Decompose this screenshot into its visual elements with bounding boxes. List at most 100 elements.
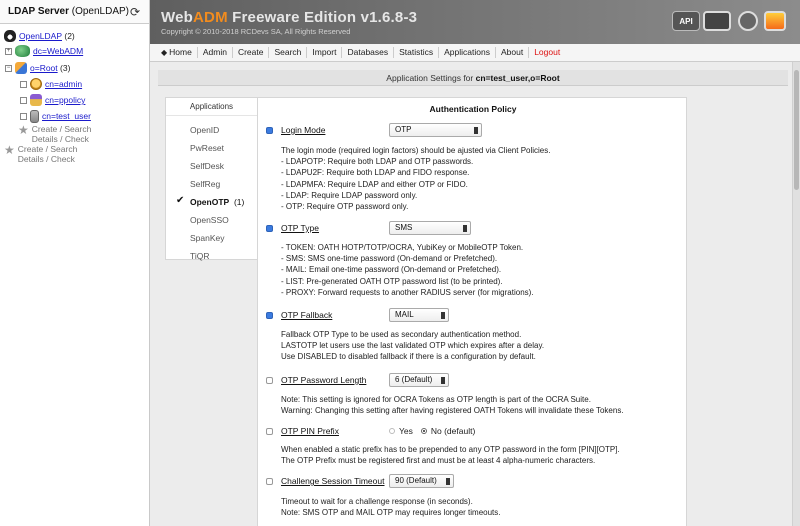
login-mode-row: Login Mode OTP xyxy=(266,123,686,137)
menu-search[interactable]: Search xyxy=(269,47,308,58)
otp-fallback-checkbox[interactable] xyxy=(266,311,273,319)
tree-node-ppolicy-label[interactable]: cn=ppolicy xyxy=(45,95,85,105)
select-arrow-icon xyxy=(441,377,445,384)
app-item-spankey[interactable]: SpanKey xyxy=(190,233,225,243)
ldap-server-header: LDAP Server (OpenLDAP) xyxy=(0,0,149,24)
applications-list: Applications OpenID PwReset SelfDesk Sel… xyxy=(165,97,258,261)
menu-databases[interactable]: Databases xyxy=(342,47,395,58)
otp-type-checkbox[interactable] xyxy=(266,224,273,232)
otp-fallback-label: OTP Fallback xyxy=(281,310,333,320)
tree-node-cn-admin[interactable]: cn=admin xyxy=(20,77,82,91)
breadcrumb: Application Settings for cn=test_user,o=… xyxy=(158,70,788,86)
otp-pin-checkbox[interactable] xyxy=(266,427,273,435)
expand-icon[interactable] xyxy=(20,112,27,120)
globe-icon[interactable] xyxy=(738,11,758,31)
home-icon: ◆ xyxy=(161,48,168,57)
app-item-opensso[interactable]: OpenSSO xyxy=(190,215,229,225)
user-icon xyxy=(30,109,39,123)
create-search-link[interactable]: Create / Search xyxy=(32,124,92,134)
otp-length-label: OTP Password Length xyxy=(281,375,367,385)
admin-user-icon xyxy=(30,78,42,90)
collapse-icon[interactable]: − xyxy=(5,64,12,72)
tree-node-test-user-label[interactable]: cn=test_user xyxy=(42,111,91,121)
tree-node-admin-label[interactable]: cn=admin xyxy=(45,79,82,89)
otp-fallback-row: OTP Fallback MAIL xyxy=(266,308,686,322)
select-arrow-icon xyxy=(474,127,478,134)
main-menu: ◆ Home Admin Create Search Import Databas… xyxy=(150,44,800,62)
challenge-timeout-select[interactable]: 90 (Default) xyxy=(389,474,454,488)
menu-create[interactable]: Create xyxy=(233,47,270,58)
content-area: Application Settings for cn=test_user,o=… xyxy=(150,62,800,526)
app-item-pwreset[interactable]: PwReset xyxy=(190,143,224,153)
expand-icon[interactable]: + xyxy=(5,47,12,55)
expand-icon[interactable] xyxy=(20,80,27,88)
otp-type-row: OTP Type SMS xyxy=(266,221,686,235)
domain-globe-icon xyxy=(15,45,30,57)
ldap-tree-panel: LDAP Server (OpenLDAP) ⟳ OpenLDAP (2) + … xyxy=(0,0,150,526)
refresh-icon[interactable]: ⟳ xyxy=(130,6,142,18)
otp-pin-radio-yes[interactable] xyxy=(389,428,395,434)
tree-actions-org: ★ Create / Search Details / Check xyxy=(18,124,91,146)
checkmark-icon: ✔ xyxy=(176,195,185,206)
app-item-tiqr[interactable]: TiQR xyxy=(190,251,210,261)
tree-node-dc-label[interactable]: dc=WebADM xyxy=(33,46,83,56)
menu-import[interactable]: Import xyxy=(307,47,343,58)
api-icon[interactable]: API xyxy=(672,11,700,31)
tree-actions-root: ★ Create / Search Details / Check xyxy=(4,144,77,166)
otp-type-select[interactable]: SMS xyxy=(389,221,471,235)
menu-about[interactable]: About xyxy=(496,47,530,58)
create-search-link[interactable]: Create / Search xyxy=(18,144,78,154)
select-arrow-icon xyxy=(446,478,450,485)
policy-icon xyxy=(30,94,42,106)
penguin-icon xyxy=(4,30,16,42)
menu-statistics[interactable]: Statistics xyxy=(394,47,440,58)
monitor-icon[interactable] xyxy=(703,11,731,31)
challenge-timeout-label: Challenge Session Timeout xyxy=(281,476,385,486)
otp-length-description: Note: This setting is ignored for OCRA T… xyxy=(281,395,624,416)
details-check-link[interactable]: Details / Check xyxy=(32,134,92,144)
menu-logout[interactable]: Logout xyxy=(529,47,565,58)
tree-node-cn-ppolicy[interactable]: cn=ppolicy xyxy=(20,93,85,107)
tree-node-openldap-label[interactable]: OpenLDAP xyxy=(19,31,62,41)
app-item-selfdesk[interactable]: SelfDesk xyxy=(190,161,224,171)
otp-length-select[interactable]: 6 (Default) xyxy=(389,373,449,387)
challenge-timeout-checkbox[interactable] xyxy=(266,477,273,485)
app-item-openotp[interactable]: OpenOTP (1) xyxy=(190,197,244,207)
otp-pin-label: OTP PIN Prefix xyxy=(281,426,339,436)
app-item-openid[interactable]: OpenID xyxy=(190,125,219,135)
ldap-server-title: LDAP Server (OpenLDAP) xyxy=(8,6,129,17)
otp-pin-radio-no[interactable] xyxy=(420,428,427,434)
otp-length-checkbox[interactable] xyxy=(266,376,273,384)
otp-pin-description: When enabled a static prefix has to be p… xyxy=(281,445,620,466)
star-icon: ★ xyxy=(18,123,29,137)
otp-pin-row: OTP PIN Prefix Yes No (default) xyxy=(266,424,686,438)
applications-heading: Applications xyxy=(166,98,257,116)
menu-admin[interactable]: Admin xyxy=(198,47,233,58)
organization-icon xyxy=(15,62,27,74)
menu-applications[interactable]: Applications xyxy=(439,47,496,58)
details-check-link[interactable]: Details / Check xyxy=(18,154,78,164)
challenge-timeout-description: Timeout to wait for a challenge response… xyxy=(281,497,501,518)
otp-fallback-description: Fallback OTP Type to be used as secondar… xyxy=(281,330,545,362)
login-mode-checkbox[interactable] xyxy=(266,126,273,134)
star-icon: ★ xyxy=(4,143,15,157)
flame-icon[interactable] xyxy=(764,11,786,31)
expand-icon[interactable] xyxy=(20,96,27,104)
menu-home[interactable]: ◆ Home xyxy=(156,47,198,58)
otp-fallback-select[interactable]: MAIL xyxy=(389,308,449,322)
otp-type-description: - TOKEN: OATH HOTP/TOTP/OCRA, YubiKey or… xyxy=(281,243,534,297)
scrollbar-thumb[interactable] xyxy=(794,70,799,190)
login-mode-select[interactable]: OTP xyxy=(389,123,482,137)
login-mode-label: Login Mode xyxy=(281,125,326,135)
tree-node-o-root[interactable]: − o=Root (3) xyxy=(5,61,70,75)
challenge-timeout-row: Challenge Session Timeout 90 (Default) xyxy=(266,474,686,488)
tree-node-dc-webadm[interactable]: + dc=WebADM xyxy=(5,44,83,58)
policy-title: Authentication Policy xyxy=(429,104,517,114)
tree-node-org-label[interactable]: o=Root xyxy=(30,63,58,73)
app-item-selfreg[interactable]: SelfReg xyxy=(190,179,220,189)
tree-node-openldap[interactable]: OpenLDAP (2) xyxy=(4,29,75,43)
copyright-text: Copyright © 2010-2018 RCDevs SA, All Rig… xyxy=(161,27,351,36)
otp-type-label: OTP Type xyxy=(281,223,319,233)
content-scrollbar[interactable] xyxy=(792,62,800,526)
tree-node-cn-test-user[interactable]: cn=test_user xyxy=(20,109,91,123)
